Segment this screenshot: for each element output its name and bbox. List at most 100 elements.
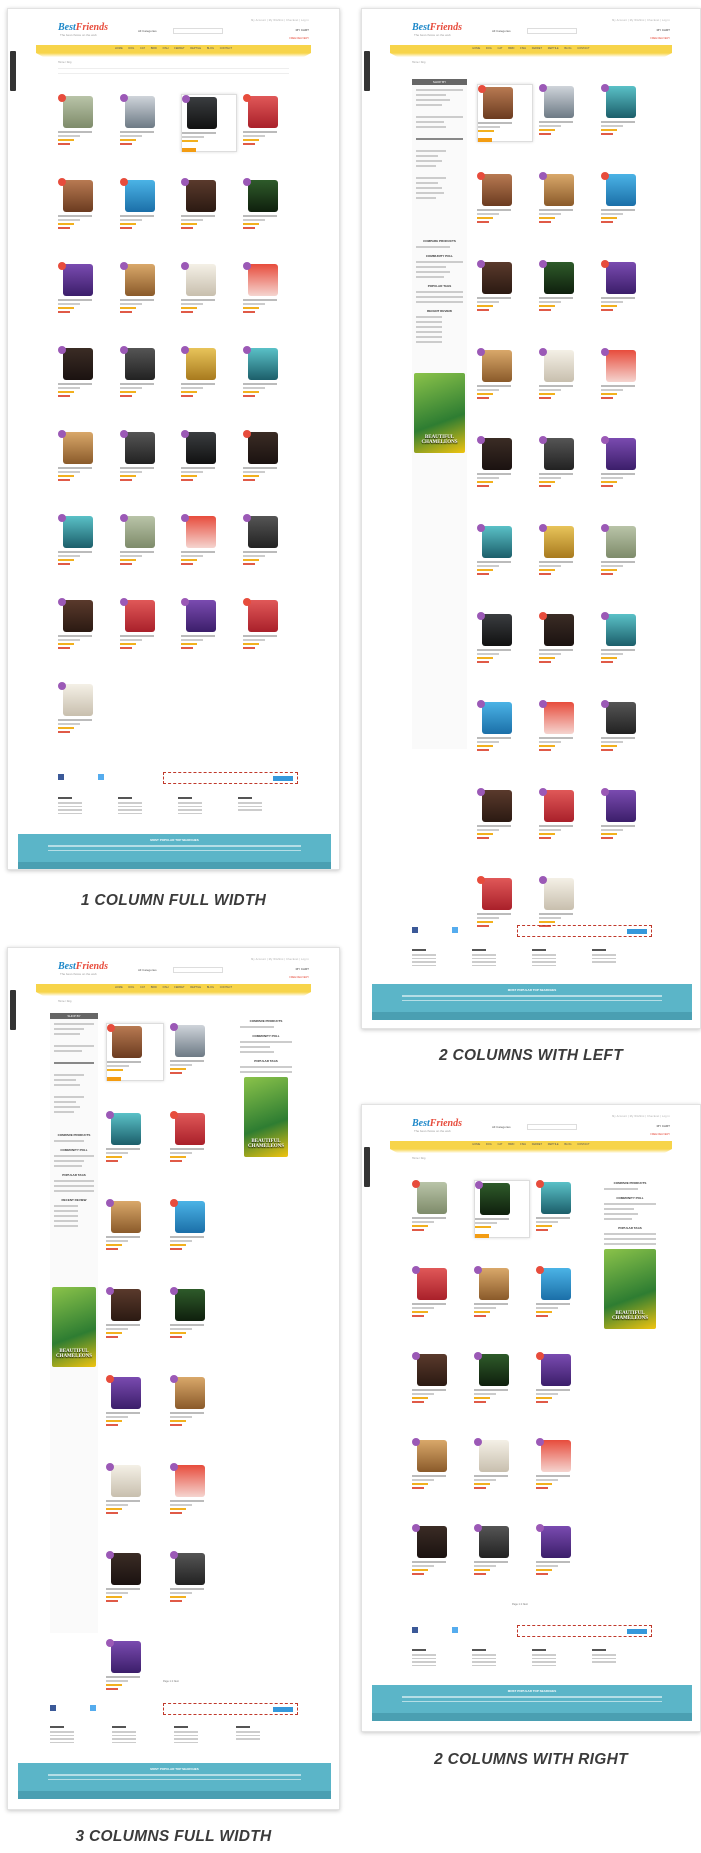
- product-card[interactable]: [106, 1199, 164, 1257]
- product-card[interactable]: [477, 84, 533, 142]
- product-card[interactable]: [477, 260, 533, 318]
- top-links[interactable]: My Account | My Wishlist | Checkout | Lo…: [612, 1115, 670, 1118]
- top-links[interactable]: My Account | My Wishlist | Checkout | Lo…: [612, 19, 670, 22]
- product-card[interactable]: [242, 94, 299, 152]
- subscribe-button[interactable]: [627, 1629, 647, 1634]
- top-links[interactable]: My Account | My Wishlist | Checkout | Lo…: [251, 958, 309, 961]
- breadcrumb[interactable]: Home / Dog: [58, 61, 339, 64]
- twitter-icon[interactable]: [98, 774, 104, 780]
- product-card[interactable]: [536, 1180, 592, 1238]
- product-card[interactable]: [601, 348, 657, 406]
- twitter-icon[interactable]: [452, 1627, 458, 1633]
- site-logo[interactable]: BestFriends: [412, 1118, 462, 1129]
- product-card[interactable]: [181, 430, 237, 488]
- product-card[interactable]: [170, 1287, 228, 1345]
- product-card[interactable]: [170, 1111, 228, 1169]
- product-card[interactable]: [119, 346, 176, 404]
- style-switcher-widget[interactable]: [10, 990, 16, 1030]
- newsletter-box[interactable]: [163, 1703, 298, 1715]
- product-card[interactable]: [474, 1352, 530, 1410]
- layout-preview-two-columns-right[interactable]: BestFriends The best choice on the web M…: [361, 1104, 701, 1732]
- facebook-icon[interactable]: [412, 1627, 418, 1633]
- product-card[interactable]: [58, 514, 114, 572]
- product-card[interactable]: [477, 788, 533, 846]
- product-card[interactable]: [181, 514, 237, 572]
- product-card[interactable]: [106, 1287, 164, 1345]
- product-card[interactable]: [170, 1023, 228, 1081]
- product-card[interactable]: [412, 1266, 468, 1324]
- product-card[interactable]: [601, 436, 657, 494]
- product-card[interactable]: [170, 1551, 228, 1609]
- search-input[interactable]: [173, 967, 223, 973]
- product-card[interactable]: [58, 262, 114, 320]
- search-input[interactable]: [173, 28, 223, 34]
- chameleon-ad[interactable]: BEAUTIFUL CHAMELEONS: [244, 1077, 288, 1157]
- cart-link[interactable]: MY CART: [296, 967, 309, 971]
- product-card[interactable]: [601, 84, 657, 142]
- product-card[interactable]: [601, 788, 657, 846]
- chameleon-ad[interactable]: BEAUTIFUL CHAMELEONS: [414, 373, 465, 453]
- pager[interactable]: Page 1 2 Next: [512, 1603, 528, 1606]
- nav-items[interactable]: HOME DOG CAT BIRD FISH FERRET REPTILE BL…: [36, 986, 311, 989]
- newsletter-box[interactable]: [517, 925, 652, 937]
- product-card[interactable]: [242, 346, 299, 404]
- product-card[interactable]: [412, 1438, 468, 1496]
- pager[interactable]: Page 1 2 Next: [163, 1680, 179, 1683]
- cart-link[interactable]: MY CART: [296, 28, 309, 32]
- product-card[interactable]: [539, 260, 595, 318]
- product-card[interactable]: [474, 1266, 530, 1324]
- product-card[interactable]: [119, 598, 176, 656]
- layout-preview-three-columns[interactable]: BestFriends The best choice on the web M…: [7, 947, 340, 1810]
- category-select[interactable]: All Categories: [138, 968, 157, 972]
- search-input[interactable]: [527, 1124, 577, 1130]
- product-card[interactable]: [601, 700, 657, 758]
- product-card[interactable]: [58, 598, 114, 656]
- product-card[interactable]: [106, 1639, 164, 1697]
- breadcrumb[interactable]: Home / Dog: [412, 61, 700, 64]
- cart-link[interactable]: MY CART: [657, 28, 670, 32]
- product-card[interactable]: [242, 178, 299, 236]
- product-card[interactable]: [181, 346, 237, 404]
- facebook-icon[interactable]: [412, 927, 418, 933]
- product-card[interactable]: [601, 524, 657, 582]
- product-card[interactable]: [477, 524, 533, 582]
- twitter-icon[interactable]: [452, 927, 458, 933]
- nav-items[interactable]: HOME DOG CAT BIRD FISH FERRET REPTILE BL…: [390, 47, 672, 50]
- site-logo[interactable]: BestFriends: [58, 22, 108, 33]
- style-switcher-widget[interactable]: [364, 1147, 370, 1187]
- product-card[interactable]: [474, 1438, 530, 1496]
- product-card[interactable]: [106, 1463, 164, 1521]
- top-links[interactable]: My Account | My Wishlist | Checkout | Lo…: [251, 19, 309, 22]
- product-card[interactable]: [242, 598, 299, 656]
- subscribe-button[interactable]: [627, 929, 647, 934]
- product-card[interactable]: [601, 612, 657, 670]
- product-card[interactable]: [539, 700, 595, 758]
- product-card[interactable]: [539, 348, 595, 406]
- product-card[interactable]: [106, 1023, 164, 1081]
- product-card[interactable]: [181, 262, 237, 320]
- product-card[interactable]: [170, 1199, 228, 1257]
- product-card[interactable]: [539, 84, 595, 142]
- product-card[interactable]: [242, 262, 299, 320]
- product-card[interactable]: [119, 262, 176, 320]
- breadcrumb[interactable]: Home / Dog: [58, 1000, 339, 1003]
- subscribe-button[interactable]: [273, 776, 293, 781]
- product-card[interactable]: [170, 1463, 228, 1521]
- product-card[interactable]: [181, 598, 237, 656]
- newsletter-box[interactable]: [163, 772, 298, 784]
- product-card[interactable]: [119, 514, 176, 572]
- product-card[interactable]: [58, 178, 114, 236]
- product-toolbar[interactable]: [58, 68, 289, 74]
- chameleon-ad[interactable]: BEAUTIFUL CHAMELEONS: [52, 1287, 96, 1367]
- nav-items[interactable]: HOME DOG CAT BIRD FISH FERRET REPTILE BL…: [390, 1143, 672, 1146]
- product-card[interactable]: [539, 524, 595, 582]
- search-input[interactable]: [527, 28, 577, 34]
- product-card[interactable]: [536, 1438, 592, 1496]
- product-card[interactable]: [412, 1524, 468, 1582]
- style-switcher-widget[interactable]: [10, 51, 16, 91]
- product-card[interactable]: [477, 348, 533, 406]
- product-card[interactable]: [181, 94, 237, 152]
- category-select[interactable]: All Categories: [492, 29, 511, 33]
- product-card[interactable]: [536, 1266, 592, 1324]
- product-card[interactable]: [601, 260, 657, 318]
